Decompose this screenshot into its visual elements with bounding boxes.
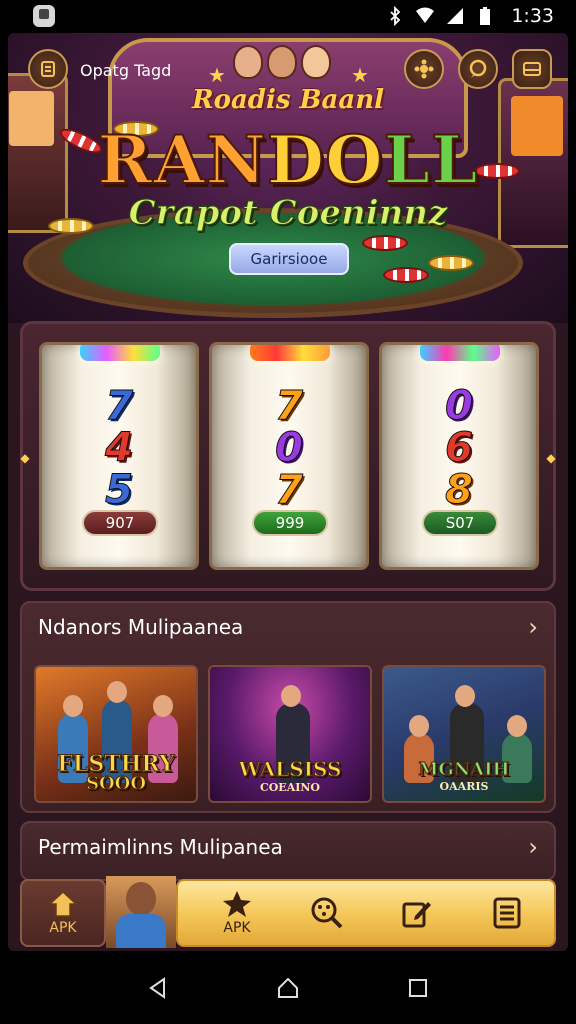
- inbox-button[interactable]: [512, 49, 552, 89]
- hero-title-part: DO: [266, 120, 384, 200]
- reel-symbol: 4: [105, 425, 134, 472]
- nav-bar: APK: [176, 879, 556, 947]
- game-card[interactable]: FLSTHRY SOOO: [34, 665, 198, 803]
- reel-symbol: 5: [105, 467, 134, 514]
- hero-subtitle: Roadis Baanl: [192, 85, 384, 115]
- settings-icon: [414, 59, 434, 79]
- reel-2[interactable]: 7 0 7 999: [209, 342, 369, 570]
- home-icon[interactable]: [276, 976, 300, 1000]
- slot-reels-panel: ◆ ◆ 7 4 5 907 7 0 7 999 0 6 8 S07: [20, 321, 556, 591]
- avatar-head: [126, 882, 156, 916]
- chip-stack: [383, 267, 429, 283]
- status-time: 1:33: [511, 5, 554, 27]
- section-title: Permaimlinns Mulipanea: [38, 835, 283, 859]
- signal-icon: [447, 8, 464, 24]
- nav-item-search[interactable]: [292, 881, 362, 945]
- reel-score: 999: [252, 510, 328, 536]
- game-card[interactable]: MGNAIH OAARIS: [382, 665, 546, 803]
- hero-banner[interactable]: ★ ★ Roadis Baanl RANDOLL Crapot Coeninnz…: [8, 33, 568, 323]
- face-2: [267, 45, 297, 79]
- hero-title-part: RAN: [97, 120, 267, 200]
- game-card-subtitle: OAARIS: [439, 780, 489, 793]
- star-icon: [223, 891, 251, 917]
- app-notification-icon: [33, 5, 55, 27]
- right-arrow-icon[interactable]: ◆: [545, 444, 557, 472]
- game-card-subtitle: COEAINO: [259, 781, 321, 794]
- bottom-nav: APK APK: [20, 876, 556, 948]
- reel-symbol: 7: [275, 467, 304, 514]
- star-icon: ★: [351, 63, 369, 87]
- status-bar: 1:33: [0, 0, 576, 32]
- chat-button[interactable]: [458, 49, 498, 89]
- home-icon: [48, 890, 78, 917]
- back-icon[interactable]: [146, 976, 170, 1000]
- menu-button[interactable]: [28, 49, 68, 89]
- reel-score: 907: [82, 510, 158, 536]
- section-multiplayer: Ndanors Mulipaanea › FLSTHRY SOOO WALSIS…: [20, 601, 556, 813]
- reel-symbol: 8: [445, 467, 474, 514]
- edit-icon: [402, 902, 431, 928]
- avatar-body: [116, 914, 166, 948]
- section-title: Ndanors Mulipaanea: [38, 615, 244, 639]
- nav-item-label: APK: [223, 920, 251, 936]
- reel-light: [80, 345, 160, 361]
- chip-stack: [428, 255, 474, 271]
- reel-symbol: 0: [275, 425, 304, 472]
- chip-stack: [362, 235, 408, 251]
- reel-symbol: 7: [105, 383, 134, 430]
- nav-item-edit[interactable]: [382, 881, 452, 945]
- list-icon: [493, 897, 521, 929]
- chat-icon: [469, 59, 487, 78]
- nav-home-button[interactable]: APK: [20, 879, 106, 947]
- marquee-faces: [233, 45, 331, 79]
- app-frame: ★ ★ Roadis Baanl RANDOLL Crapot Coeninnz…: [8, 33, 568, 951]
- reel-symbol: 7: [275, 383, 304, 430]
- reel-light: [420, 345, 500, 361]
- battery-icon: [480, 7, 491, 25]
- hero-tagline: Crapot Coeninnz: [128, 193, 448, 234]
- inbox-icon: [523, 62, 541, 76]
- chevron-right-icon[interactable]: ›: [528, 833, 538, 861]
- chevron-right-icon[interactable]: ›: [528, 613, 538, 641]
- hero-title-part: LL: [383, 120, 479, 200]
- game-card-title: MGNAIH: [418, 759, 510, 781]
- recents-icon[interactable]: [406, 976, 430, 1000]
- wifi-icon: [416, 7, 435, 23]
- system-nav-bar: [0, 952, 576, 1024]
- star-icon: ★: [208, 63, 226, 87]
- face-1: [233, 45, 263, 79]
- avatar[interactable]: [106, 876, 176, 948]
- bluetooth-icon: [390, 6, 401, 26]
- reel-score: S07: [422, 510, 498, 536]
- left-arrow-icon[interactable]: ◆: [19, 444, 31, 472]
- nav-item-favorites[interactable]: APK: [202, 881, 272, 945]
- hero-title: RANDOLL: [8, 120, 568, 200]
- game-card-title: WALSISS: [238, 757, 342, 782]
- section-premium: Permaimlinns Mulipanea ›: [20, 821, 556, 881]
- game-card-subtitle: SOOO: [85, 773, 147, 795]
- reel-1[interactable]: 7 4 5 907: [39, 342, 199, 570]
- game-mode-button[interactable]: Garirsiooe: [229, 243, 349, 275]
- reel-light: [250, 345, 330, 361]
- nav-home-label: APK: [49, 920, 77, 936]
- settings-button[interactable]: [404, 49, 444, 89]
- face-3: [301, 45, 331, 79]
- status-icons: 1:33: [385, 4, 554, 28]
- menu-icon: [41, 61, 55, 77]
- nav-item-list[interactable]: [472, 881, 542, 945]
- search-icon: [311, 897, 343, 929]
- reel-symbol: 6: [445, 425, 474, 472]
- reel-3[interactable]: 0 6 8 S07: [379, 342, 539, 570]
- reel-symbol: 0: [445, 383, 474, 430]
- user-name: Opatg Tagd: [80, 61, 172, 80]
- game-card[interactable]: WALSISS COEAINO: [208, 665, 372, 803]
